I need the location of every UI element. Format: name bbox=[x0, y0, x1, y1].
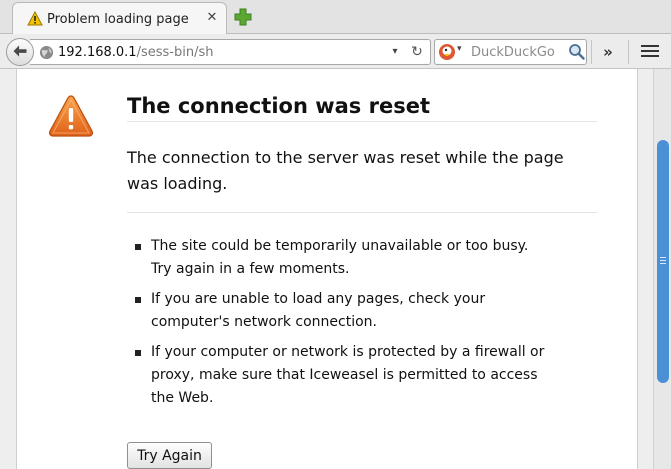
search-icon[interactable] bbox=[568, 43, 585, 60]
suggestion-item: The site could be temporarily unavailabl… bbox=[135, 235, 575, 281]
toolbar-overflow-button[interactable]: » bbox=[598, 43, 618, 61]
tab-title: Problem loading page bbox=[47, 12, 189, 27]
scrollbar-thumb[interactable] bbox=[657, 140, 669, 383]
globe-icon bbox=[39, 45, 54, 60]
back-button[interactable] bbox=[6, 38, 34, 66]
error-page: The connection was reset The connection … bbox=[16, 69, 638, 469]
suggestion-line: The site could be temporarily unavailabl… bbox=[151, 238, 529, 254]
scroll-grip bbox=[660, 257, 666, 258]
suggestion-line: computer's network connection. bbox=[151, 314, 378, 330]
url-path: /sess-bin/sh bbox=[136, 45, 214, 60]
toolbar-separator bbox=[628, 40, 629, 64]
menu-icon[interactable] bbox=[641, 42, 659, 60]
suggestion-item: If you are unable to load any pages, che… bbox=[135, 288, 575, 334]
url-host: 192.168.0.1 bbox=[58, 45, 137, 60]
tab-problem-loading[interactable]: Problem loading page ✕ bbox=[12, 2, 227, 35]
tab-strip: Problem loading page ✕ bbox=[0, 0, 671, 35]
suggestion-line: If you are unable to load any pages, che… bbox=[151, 291, 486, 307]
url-bar[interactable]: 192.168.0.1/sess-bin/sh ▾ ↻ bbox=[30, 39, 431, 65]
duckduckgo-icon[interactable] bbox=[438, 43, 456, 61]
new-tab-icon[interactable] bbox=[233, 7, 253, 27]
toolbar-separator bbox=[591, 40, 592, 64]
error-suggestions: The site could be temporarily unavailabl… bbox=[135, 235, 575, 417]
suggestion-line: the Web. bbox=[151, 390, 214, 406]
warning-icon bbox=[48, 95, 94, 137]
scroll-grip bbox=[660, 263, 666, 264]
search-bar[interactable]: ▾ DuckDuckGo bbox=[434, 39, 587, 65]
title-divider bbox=[127, 121, 597, 122]
url-text[interactable]: 192.168.0.1/sess-bin/sh bbox=[58, 45, 213, 60]
url-history-dropdown[interactable]: ▾ bbox=[388, 44, 402, 60]
description-divider bbox=[127, 212, 597, 213]
suggestion-line: proxy, make sure that Iceweasel is permi… bbox=[151, 367, 538, 383]
error-title: The connection was reset bbox=[127, 94, 430, 118]
warning-icon bbox=[27, 11, 43, 26]
suggestion-line: Try again in a few moments. bbox=[151, 261, 350, 277]
scroll-grip bbox=[660, 260, 666, 261]
suggestion-item: If your computer or network is protected… bbox=[135, 341, 575, 410]
error-description: The connection to the server was reset w… bbox=[127, 148, 564, 193]
search-input[interactable]: DuckDuckGo bbox=[471, 45, 555, 60]
navigation-toolbar: 192.168.0.1/sess-bin/sh ▾ ↻ ▾ DuckDuckGo… bbox=[0, 34, 671, 69]
content-area: The connection was reset The connection … bbox=[0, 69, 671, 469]
vertical-scrollbar[interactable] bbox=[653, 69, 671, 469]
try-again-button[interactable]: Try Again bbox=[127, 442, 212, 469]
search-engine-dropdown[interactable]: ▾ bbox=[457, 44, 462, 54]
close-tab-icon[interactable]: ✕ bbox=[204, 10, 220, 26]
back-icon bbox=[13, 45, 27, 57]
reload-icon[interactable]: ↻ bbox=[408, 43, 426, 61]
suggestion-line: If your computer or network is protected… bbox=[151, 344, 545, 360]
